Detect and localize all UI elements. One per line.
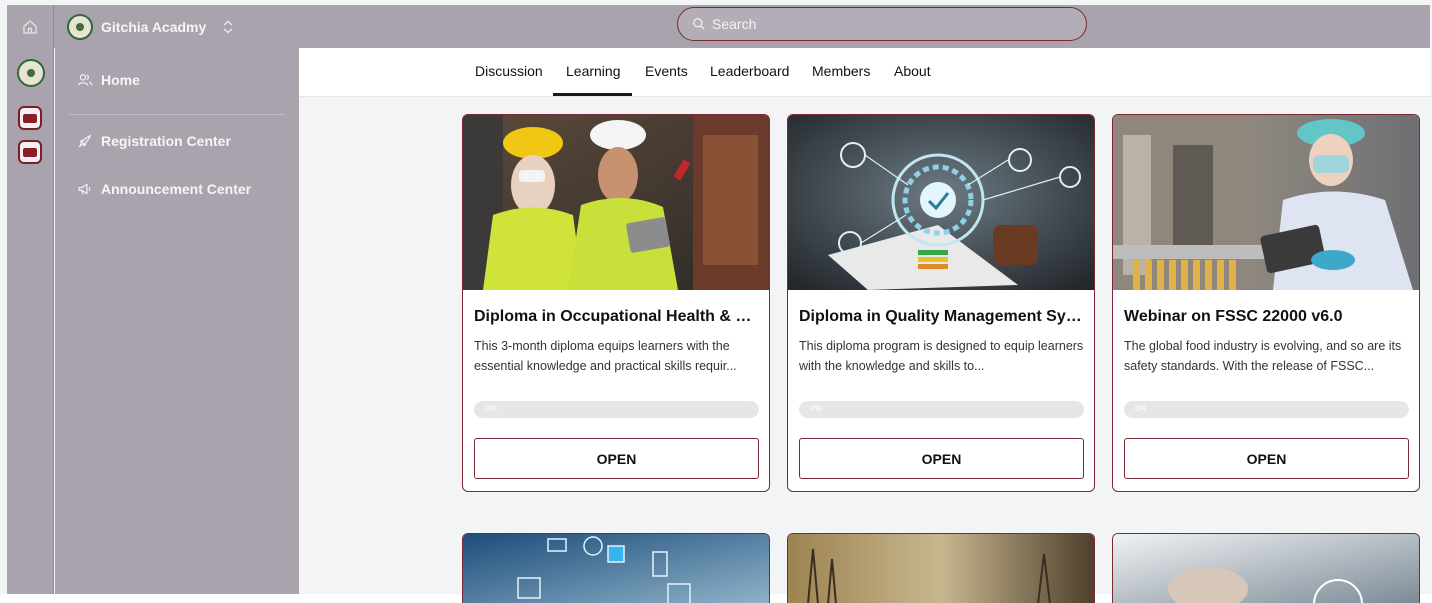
chevron-updown-icon — [223, 20, 233, 33]
progress-label: 0% — [810, 404, 822, 413]
rocket-icon — [78, 134, 92, 148]
tab-bar: Discussion Learning Events Leaderboard M… — [299, 48, 1430, 97]
home-button[interactable] — [7, 5, 54, 48]
rail-app-icon[interactable] — [18, 140, 42, 164]
workspace-name: Gitchia Acadmy — [101, 18, 207, 35]
search-bar[interactable] — [677, 7, 1087, 41]
course-card[interactable]: Diploma in Occupational Health & Sa... T… — [462, 114, 770, 492]
sidebar-divider — [69, 114, 285, 115]
sidebar-item-announcement-center[interactable]: Announcement Center — [77, 181, 251, 197]
sidebar: Home Registration Center Announcement Ce… — [55, 48, 299, 594]
course-title: Diploma in Occupational Health & Sa... — [474, 308, 762, 325]
course-title: Diploma in Quality Management Sys... — [799, 308, 1087, 325]
workspace-switcher[interactable]: Gitchia Acadmy — [67, 10, 234, 43]
tab-learning[interactable]: Learning — [566, 63, 621, 79]
course-description: The global food industry is evolving, an… — [1124, 339, 1402, 373]
tab-discussion[interactable]: Discussion — [475, 63, 543, 79]
megaphone-icon — [78, 183, 91, 195]
course-card-peek[interactable] — [462, 533, 770, 603]
rail-academy-logo[interactable] — [17, 59, 45, 87]
search-icon — [693, 18, 705, 30]
progress-bar: 0% — [474, 401, 759, 418]
course-title: Webinar on FSSC 22000 v6.0 — [1124, 308, 1343, 325]
academy-logo — [67, 13, 93, 40]
tab-members[interactable]: Members — [812, 63, 870, 79]
progress-label: 0% — [485, 404, 497, 413]
home-icon — [23, 19, 37, 34]
main-content: Discussion Learning Events Leaderboard M… — [299, 48, 1430, 603]
app-rail — [7, 48, 54, 594]
course-description: This diploma program is designed to equi… — [799, 339, 1084, 373]
course-image-technology — [463, 534, 769, 603]
sidebar-item-label: Registration Center — [101, 133, 231, 149]
rail-app-icon[interactable] — [18, 106, 42, 130]
course-image-food-safety — [1113, 115, 1419, 290]
top-bar: Gitchia Acadmy — [7, 5, 1430, 48]
search-input[interactable] — [712, 16, 1052, 32]
course-card[interactable]: Webinar on FSSC 22000 v6.0 The global fo… — [1112, 114, 1420, 492]
open-button[interactable]: OPEN — [799, 438, 1084, 479]
progress-bar: 0% — [799, 401, 1084, 418]
course-card-peek[interactable] — [787, 533, 1095, 603]
course-image-safety-workers — [463, 115, 769, 290]
user-group-icon — [77, 74, 93, 86]
course-image-abstract — [1113, 534, 1419, 603]
progress-bar: 0% — [1124, 401, 1409, 418]
sidebar-item-label: Announcement Center — [101, 181, 252, 197]
course-image-landscape — [788, 534, 1094, 603]
progress-label: 0% — [1135, 404, 1147, 413]
sidebar-item-home[interactable]: Home — [77, 72, 140, 88]
tab-events[interactable]: Events — [645, 63, 688, 79]
course-card-peek[interactable] — [1112, 533, 1420, 603]
sidebar-item-label: Home — [101, 72, 140, 88]
open-button[interactable]: OPEN — [1124, 438, 1409, 479]
course-card[interactable]: Diploma in Quality Management Sys... Thi… — [787, 114, 1095, 492]
open-button[interactable]: OPEN — [474, 438, 759, 479]
active-tab-indicator — [553, 93, 632, 96]
app-frame: Gitchia Acadmy Home — [0, 0, 1432, 603]
course-image-quality-management — [788, 115, 1094, 290]
tab-about[interactable]: About — [894, 63, 931, 79]
tab-leaderboard[interactable]: Leaderboard — [710, 63, 789, 79]
sidebar-item-registration-center[interactable]: Registration Center — [77, 133, 231, 149]
course-description: This 3-month diploma equips learners wit… — [474, 339, 737, 373]
